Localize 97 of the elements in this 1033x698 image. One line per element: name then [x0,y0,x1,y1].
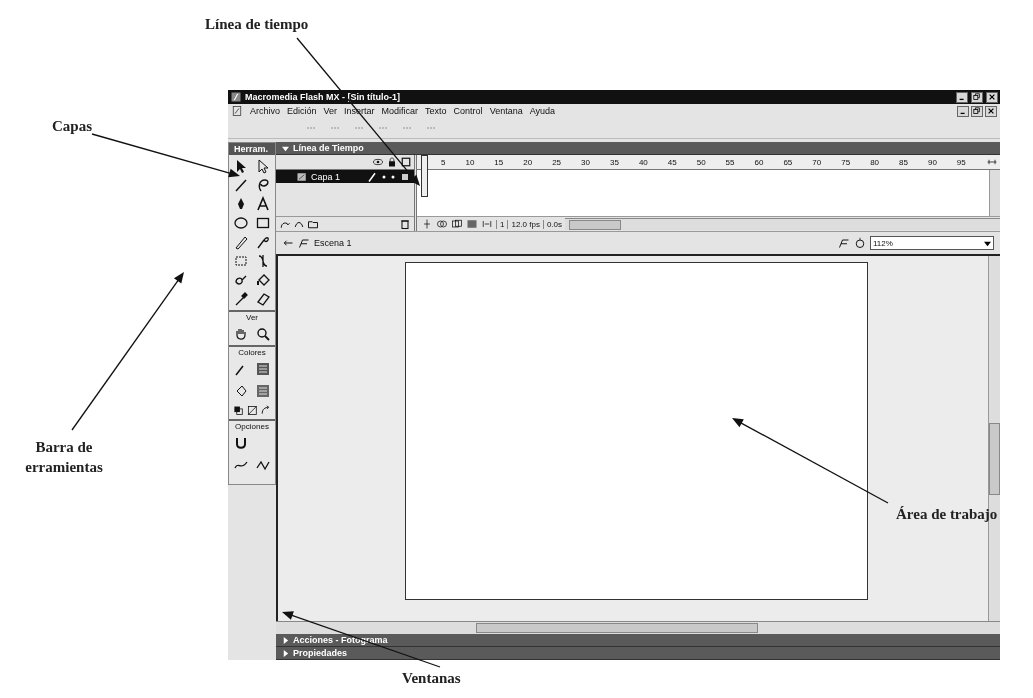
dot-icon [381,173,387,180]
layer-icon [296,170,308,183]
annotation-label: Ventanas [402,669,461,688]
annotation-label: Capas [52,117,92,136]
frame-number: 25 [552,157,562,167]
timeline-panel-header[interactable]: Línea de Tiempo [276,142,1000,155]
close-button[interactable] [986,91,998,103]
eye-icon[interactable] [372,156,384,168]
restore-button[interactable] [971,105,983,117]
frame-number: 80 [870,157,880,167]
annotation-label: Área de trabajo [896,505,998,524]
fill-swatch-icon[interactable] [255,383,271,399]
menu-item[interactable]: Ayuda [529,106,556,116]
stroke-swatch-icon[interactable] [255,361,271,377]
brush-tool-icon[interactable] [255,234,271,250]
frame-number: 35 [610,157,619,167]
subselect-tool-icon[interactable] [255,158,271,174]
minimize-button[interactable] [956,91,968,103]
frame-number: 75 [841,157,851,167]
panel-title: Propiedades [293,648,348,658]
annotation-label: Línea de tiempo [205,15,309,34]
current-frame: 1 [496,219,505,229]
frame-number: 70 [812,157,822,167]
magnet-icon[interactable] [233,435,249,451]
frame-number: 40 [638,157,648,167]
frame-number: 85 [899,157,908,167]
restore-icon [973,107,981,115]
frame-rate: 12.0 fps [507,219,540,229]
close-icon [988,93,996,101]
panel-header[interactable]: Propiedades [276,647,1000,660]
tools-panel-title[interactable]: Herram. [229,143,275,155]
app-icon [230,91,242,103]
hand-tool-icon[interactable] [233,326,249,342]
frame-number: 45 [667,157,677,167]
frame-number: 90 [927,157,937,167]
swap-colors-icon[interactable] [259,404,272,417]
dot-icon [390,173,396,180]
dropdown-arrow-icon [984,239,991,247]
eraser-tool-icon[interactable] [255,291,271,307]
section-heading: Colores [229,345,275,358]
menu-item[interactable]: Edición [287,106,317,116]
elapsed-time: 0.0s [542,219,563,229]
trash-icon[interactable] [399,218,411,230]
frame-number: 95 [956,157,966,167]
menu-item[interactable]: Ver [323,106,338,116]
default-colors-icon[interactable] [232,404,245,417]
eyedropper-tool-icon[interactable] [233,291,249,307]
vertical-scrollbar[interactable] [989,170,1000,216]
outline-icon[interactable] [400,156,412,168]
close-icon [987,107,995,115]
frame-number: 50 [696,157,706,167]
oval-tool-icon[interactable] [233,215,249,231]
zoom-dropdown[interactable]: 112% [870,236,994,250]
frame-number: 20 [523,157,533,167]
menu-item[interactable]: Modificar [381,106,419,116]
document-icon[interactable] [231,105,243,117]
pencil-icon [366,170,378,183]
minimize-button[interactable] [957,105,969,117]
menu-item[interactable]: Ventana [489,106,523,116]
add-folder-icon[interactable] [307,218,319,230]
playhead[interactable] [421,155,428,197]
window-title: Macromedia Flash MX - [Sin título-1] [245,92,400,102]
panel-title: Línea de Tiempo [293,143,364,153]
frame-number: 15 [494,157,504,167]
scene-name[interactable]: Escena 1 [314,238,352,248]
text-tool-icon[interactable] [255,196,271,212]
line-tool-icon[interactable] [233,177,249,193]
panel-title: Acciones - Fotograma [293,635,388,645]
restore-icon [973,93,981,101]
frame-number: 60 [754,157,764,167]
edit-scene-icon[interactable] [854,237,866,249]
menu-item[interactable]: Control [453,106,483,116]
frame-number: 10 [465,157,475,167]
center-frame-icon[interactable] [421,218,433,230]
zoom-tool-icon[interactable] [255,326,271,342]
close-button[interactable] [985,105,997,117]
panel-header[interactable]: Acciones - Fotograma [276,634,1000,647]
lock-icon[interactable] [386,156,398,168]
pencil-tool-icon[interactable] [233,234,249,250]
edit-frames-icon[interactable] [466,218,478,230]
onion-outline-icon[interactable] [451,218,463,230]
paint-bucket-tool-icon[interactable] [255,272,271,288]
onion-skin-icon[interactable] [436,218,448,230]
rectangle-tool-icon[interactable] [255,215,271,231]
horizontal-scrollbar[interactable] [565,218,1000,230]
horizontal-scrollbar[interactable] [276,621,1000,634]
restore-button[interactable] [971,91,983,103]
frame-number: 5 [441,157,446,167]
no-color-icon[interactable] [245,404,259,417]
section-heading: Opciones [229,419,275,432]
menu-item[interactable]: Texto [425,106,447,116]
frame-number: 65 [783,157,793,167]
annotation-label: Barra de erramientas [24,438,104,477]
section-heading: Ver [229,310,275,323]
frame-number: 55 [725,157,735,167]
menu-item[interactable]: Archivo [250,106,280,116]
frame-number: 30 [581,157,590,167]
